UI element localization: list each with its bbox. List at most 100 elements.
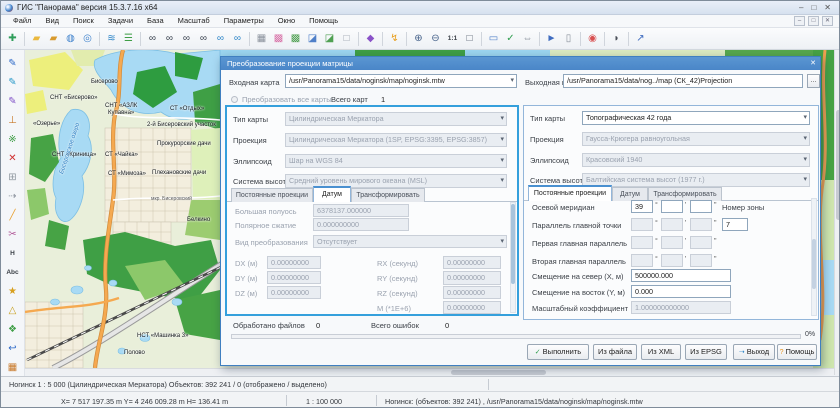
menu-database[interactable]: База — [141, 15, 170, 27]
first-sec-field[interactable] — [690, 236, 712, 249]
north-offset-field[interactable]: 500000.000 — [631, 269, 731, 282]
select-frame-icon[interactable]: ⊞ — [2, 168, 24, 187]
menu-view[interactable]: Вид — [39, 15, 65, 27]
second-min-field[interactable] — [661, 254, 683, 267]
scrollbar-thumb[interactable] — [451, 370, 546, 375]
dst-ellipsoid-select[interactable]: Красовский 1940▾ — [582, 153, 810, 167]
accelerate-icon[interactable]: ↯ — [386, 31, 403, 47]
menu-window[interactable]: Окно — [272, 15, 301, 27]
help-button[interactable]: ?Помощь — [777, 344, 817, 360]
code-tool-icon[interactable]: ★ — [2, 282, 24, 301]
tab-constant-projections[interactable]: Постоянные проекции — [528, 185, 612, 201]
object-pass-icon[interactable]: ▯ — [560, 31, 577, 47]
menu-parameters[interactable]: Параметры — [218, 15, 270, 27]
from-xml-button[interactable]: Из XML — [641, 344, 681, 360]
find-area-icon[interactable]: ∞ — [178, 31, 195, 47]
first-deg-field[interactable] — [631, 236, 653, 249]
dialog-titlebar[interactable]: Преобразование проекции матрицы ✕ — [221, 57, 820, 70]
minimize-button[interactable]: – — [799, 3, 803, 12]
axial-min-field[interactable] — [661, 200, 683, 213]
group-ops-icon[interactable]: ※ — [2, 130, 24, 149]
text-tool-icon[interactable]: Abc — [2, 263, 24, 282]
browse-button[interactable]: ... — [807, 74, 820, 88]
parallel-sec-field[interactable] — [690, 218, 712, 231]
dst-projection-select[interactable]: Гаусса-Крюгера равноугольная▾ — [582, 132, 810, 146]
menu-file[interactable]: Файл — [7, 15, 37, 27]
flattening-field[interactable]: 0.000000000 — [313, 218, 409, 231]
night-view-icon[interactable]: ◗ — [608, 31, 625, 47]
dst-map-type-select[interactable]: Топографическая 42 года▾ — [582, 111, 810, 125]
m-field[interactable]: 0.00000000 — [443, 301, 501, 314]
matrix-tool-icon[interactable]: ▦ — [2, 358, 24, 377]
rz-field[interactable]: 0.00000000 — [443, 286, 501, 299]
parallel-deg-field[interactable] — [631, 218, 653, 231]
maximize-button[interactable]: □ — [811, 3, 816, 12]
dz-field[interactable]: 0.00000000 — [267, 286, 321, 299]
draw-line-icon[interactable]: ╱ — [2, 206, 24, 225]
src-map-type-select[interactable]: Цилиндрическая Меркатора▾ — [285, 112, 507, 126]
map-copy-icon[interactable]: ◎ — [79, 31, 96, 47]
open-site-icon[interactable]: ▰ — [45, 31, 62, 47]
grid-select-icon[interactable]: ▦ — [253, 31, 270, 47]
open-geoportal-icon[interactable]: ◍ — [62, 31, 79, 47]
cut-object-icon[interactable]: ✂ — [2, 225, 24, 244]
menu-scale[interactable]: Масштаб — [172, 15, 216, 27]
marked-edit-icon[interactable]: ◪ — [321, 31, 338, 47]
measure-icon[interactable]: ⊥ — [2, 111, 24, 130]
run-button[interactable]: ✓Выполнить — [527, 344, 589, 360]
output-map-field[interactable]: /usr/Panorama15/data/nog../map (СК_42)Pr… — [563, 74, 803, 88]
from-file-button[interactable]: Из файла — [593, 344, 637, 360]
view-panel-icon[interactable]: ▭ — [485, 31, 502, 47]
dy-field[interactable]: 0.00000000 — [267, 271, 321, 284]
nav-point-icon[interactable]: ↗ — [632, 31, 649, 47]
edit-points-icon[interactable]: ✎ — [2, 92, 24, 111]
menu-help[interactable]: Помощь — [303, 15, 344, 27]
object-select-icon[interactable]: ► — [543, 31, 560, 47]
mdi-restore-button[interactable]: □ — [808, 16, 819, 26]
ry-field[interactable]: 0.00000000 — [443, 271, 501, 285]
scrollbar-thumb[interactable] — [511, 204, 515, 284]
mdi-close-button[interactable]: ✕ — [822, 16, 833, 26]
height-tool-icon[interactable]: H — [2, 244, 24, 263]
marked-clear-icon[interactable]: □ — [338, 31, 355, 47]
marked-move-icon[interactable]: ◪ — [304, 31, 321, 47]
mdi-minimize-button[interactable]: – — [794, 16, 805, 26]
current-scale[interactable]: 1 : 100 000 — [306, 397, 342, 406]
input-map-select[interactable]: /usr/Panorama15/data/noginsk/map/noginsk… — [285, 74, 517, 88]
find-line-icon[interactable]: ∞ — [195, 31, 212, 47]
dx-field[interactable]: 0.00000000 — [267, 256, 321, 269]
zoom-out-icon[interactable]: ⊖ — [427, 31, 444, 47]
open-map-icon[interactable]: ▰ — [28, 31, 45, 47]
create-object-icon[interactable]: ✎ — [2, 54, 24, 73]
task-palette-icon[interactable]: ◆ — [362, 31, 379, 47]
zone-number-field[interactable]: 7 — [722, 218, 748, 231]
convert-all-radio[interactable] — [231, 96, 238, 103]
from-epsg-button[interactable]: Из EPSG — [685, 344, 727, 360]
color-design-icon[interactable]: ◉ — [584, 31, 601, 47]
scrollbar-thumb[interactable] — [836, 110, 840, 220]
dialog-close-button[interactable]: ✕ — [810, 57, 816, 70]
find-icon[interactable]: ∞ — [144, 31, 161, 47]
view-move-icon[interactable]: ⇔ — [519, 31, 536, 47]
move-fragment-icon[interactable]: ⇢ — [2, 187, 24, 206]
menu-tasks[interactable]: Задачи — [102, 15, 139, 27]
view-apply-icon[interactable]: ✓ — [502, 31, 519, 47]
find-next-icon[interactable]: ∞ — [229, 31, 246, 47]
transform-kind-select[interactable]: Отсутствует▾ — [313, 235, 507, 248]
scrollbar-thumb[interactable] — [812, 239, 816, 289]
tab-constant-projections[interactable]: Постоянные проекции — [231, 188, 313, 202]
tab-transform[interactable]: Трансформировать — [351, 188, 425, 202]
rx-field[interactable]: 0.00000000 — [443, 256, 501, 269]
undo-tool-icon[interactable]: ↩ — [2, 339, 24, 358]
axial-deg-field[interactable]: 39 — [631, 200, 653, 213]
marked-apply-icon[interactable]: ▩ — [287, 31, 304, 47]
close-button[interactable]: ✕ — [824, 3, 831, 12]
dst-height-system-select[interactable]: Балтийская система высот (1977 г.)▾ — [582, 173, 810, 187]
find-point-icon[interactable]: ∞ — [212, 31, 229, 47]
find-object-icon[interactable]: ∞ — [161, 31, 178, 47]
semi-major-field[interactable]: 6378137.000000 — [313, 204, 409, 217]
tab-datum[interactable]: Датум — [612, 187, 648, 201]
zoom-frame-icon[interactable]: □ — [461, 31, 478, 47]
parallel-min-field[interactable] — [661, 218, 683, 231]
menu-search[interactable]: Поиск — [67, 15, 100, 27]
